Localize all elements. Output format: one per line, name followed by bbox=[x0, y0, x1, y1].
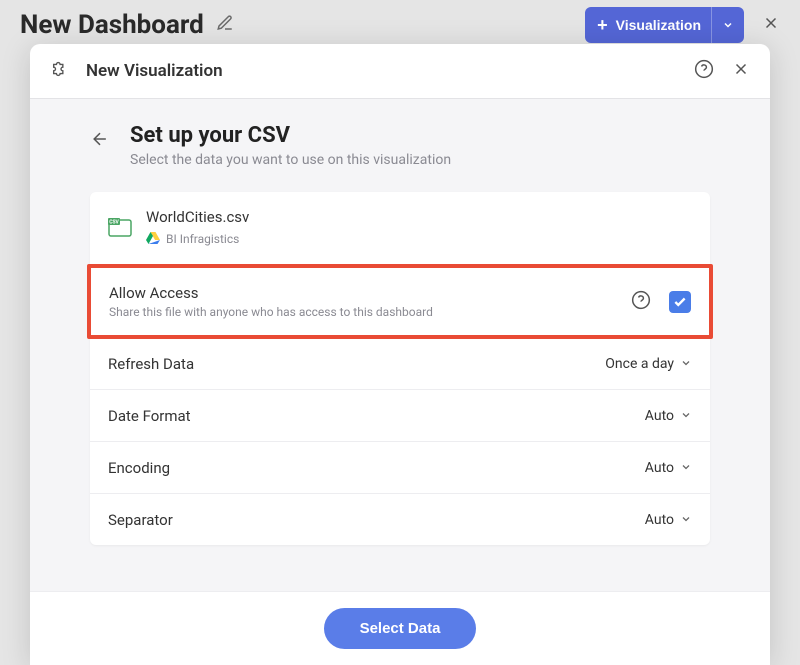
separator-value: Auto bbox=[645, 512, 674, 528]
chevron-down-icon bbox=[680, 406, 692, 425]
allow-access-label: Allow Access bbox=[109, 284, 631, 302]
puzzle-icon bbox=[50, 58, 72, 84]
separator-label: Separator bbox=[108, 511, 645, 529]
close-icon[interactable] bbox=[762, 14, 780, 36]
date-format-value: Auto bbox=[645, 408, 674, 424]
encoding-row[interactable]: Encoding Auto bbox=[90, 442, 710, 494]
help-icon[interactable] bbox=[631, 290, 651, 314]
modal-title: New Visualization bbox=[86, 61, 223, 81]
edit-icon[interactable] bbox=[216, 14, 234, 36]
setup-subtitle: Select the data you want to use on this … bbox=[130, 152, 451, 168]
file-row[interactable]: CSV WorldCities.csv BI Infragistics bbox=[90, 192, 710, 265]
svg-text:CSV: CSV bbox=[109, 220, 119, 226]
chevron-down-icon[interactable] bbox=[711, 7, 744, 43]
new-visualization-modal: New Visualization Set up your CSV Select… bbox=[30, 44, 770, 665]
modal-header: New Visualization bbox=[30, 44, 770, 99]
select-data-button[interactable]: Select Data bbox=[324, 608, 477, 649]
separator-row[interactable]: Separator Auto bbox=[90, 494, 710, 545]
modal-body: Set up your CSV Select the data you want… bbox=[30, 99, 770, 591]
plus-icon: + bbox=[585, 15, 616, 36]
setup-title: Set up your CSV bbox=[130, 123, 451, 148]
encoding-value: Auto bbox=[645, 460, 674, 476]
refresh-data-row[interactable]: Refresh Data Once a day bbox=[90, 338, 710, 390]
modal-footer: Select Data bbox=[30, 591, 770, 665]
page-title: New Dashboard bbox=[20, 10, 204, 40]
page-header: New Dashboard + Visualization bbox=[0, 0, 800, 50]
chevron-down-icon bbox=[680, 458, 692, 477]
allow-access-row[interactable]: Allow Access Share this file with anyone… bbox=[87, 264, 713, 339]
setup-header: Set up your CSV Select the data you want… bbox=[90, 123, 710, 168]
date-format-label: Date Format bbox=[108, 407, 645, 425]
help-icon[interactable] bbox=[694, 59, 714, 83]
allow-access-checkbox[interactable] bbox=[669, 291, 691, 313]
file-source: BI Infragistics bbox=[166, 232, 239, 246]
back-arrow-icon[interactable] bbox=[90, 129, 110, 153]
file-name: WorldCities.csv bbox=[146, 208, 692, 226]
viz-button-label: Visualization bbox=[616, 17, 711, 33]
refresh-label: Refresh Data bbox=[108, 355, 605, 373]
add-visualization-button[interactable]: + Visualization bbox=[585, 7, 744, 43]
settings-list: CSV WorldCities.csv BI Infragistics Allo… bbox=[90, 192, 710, 545]
allow-access-sub: Share this file with anyone who has acce… bbox=[109, 305, 631, 319]
modal-close-icon[interactable] bbox=[732, 60, 750, 82]
google-drive-icon bbox=[146, 229, 160, 248]
encoding-label: Encoding bbox=[108, 459, 645, 477]
chevron-down-icon bbox=[680, 510, 692, 529]
csv-file-icon: CSV bbox=[108, 218, 132, 238]
chevron-down-icon bbox=[680, 354, 692, 373]
refresh-value: Once a day bbox=[605, 356, 674, 372]
date-format-row[interactable]: Date Format Auto bbox=[90, 390, 710, 442]
